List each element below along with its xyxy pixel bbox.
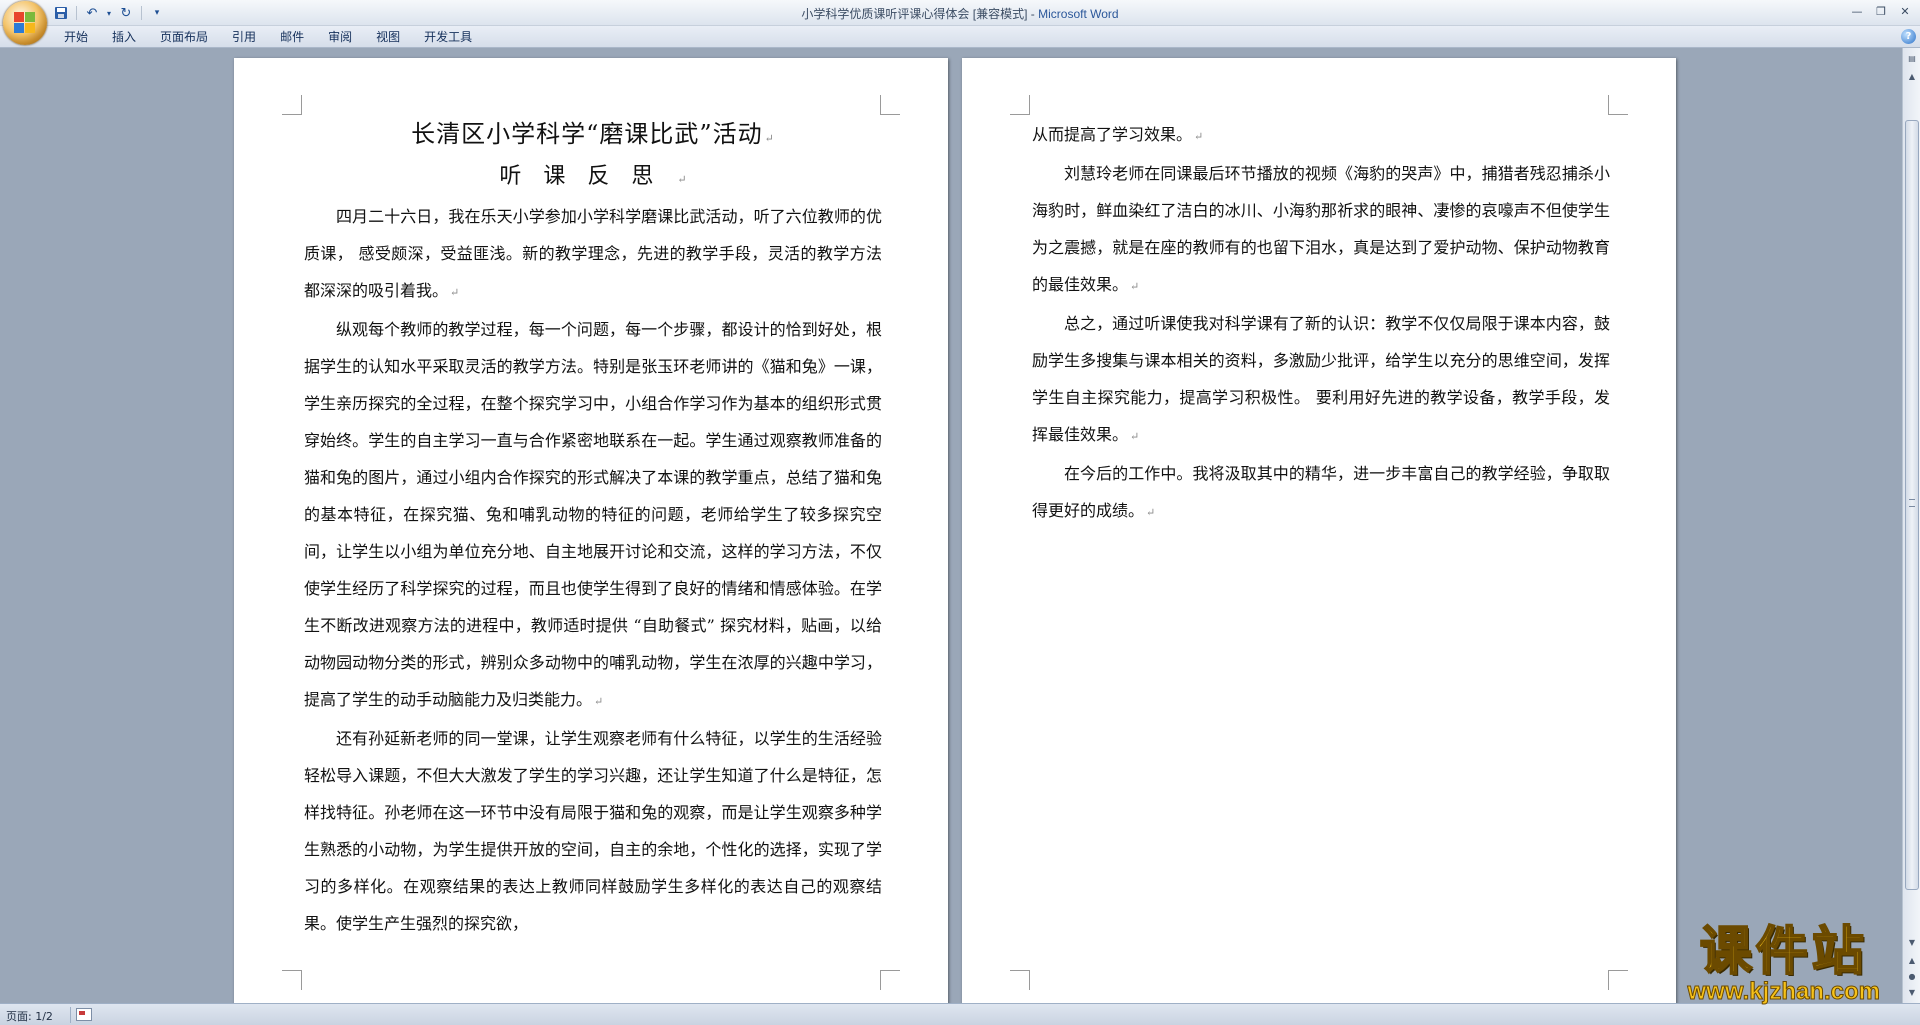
page-1-text: 长清区小学科学“磨课比武”活动 ↵ 听课反思 ↵ 四月二十六日，我在乐天小学参加小学… (304, 114, 882, 942)
title-bar: ↶ ▾ ↻ ▾ 小学科学优质课听评课心得体会 [兼容模式] - Microsof… (0, 0, 1920, 26)
tab-insert[interactable]: 插入 (100, 29, 148, 46)
ruler-toggle-icon[interactable]: ▤ (1904, 50, 1920, 66)
paragraph-text: 在今后的工作中。我将汲取其中的精华，进一步丰富自己的教学经验，争取取得更好的成绩… (1032, 464, 1610, 520)
crop-mark (1608, 95, 1628, 115)
document-area: 长清区小学科学“磨课比武”活动 ↵ 听课反思 ↵ 四月二十六日，我在乐天小学参加小学… (0, 48, 1902, 1003)
tab-review[interactable]: 审阅 (316, 29, 364, 46)
paragraph: 还有孙延新老师的同一堂课，让学生观察老师有什么特征，以学生的生活经验轻松导入课题… (304, 720, 882, 942)
paragraph: 总之，通过听课使我对科学课有了新的认识：教学不仅仅局限于课本内容，鼓励学生多搜集… (1032, 305, 1610, 455)
heading-text: 长清区小学科学“磨课比武”活动 (411, 120, 763, 148)
scroll-down-icon[interactable]: ▼ (1904, 934, 1920, 950)
restore-icon[interactable]: ❐ (1870, 2, 1892, 20)
tab-developer[interactable]: 开发工具 (412, 29, 484, 46)
paragraph-text: 四月二十六日，我在乐天小学参加小学科学磨课比武活动，听了六位教师的优质课， 感受… (304, 207, 882, 300)
paragraph: 纵观每个教师的教学过程，每一个问题，每一个步骤，都设计的恰到好处，根据学生的认知… (304, 311, 882, 720)
paragraph-mark: ↵ (1194, 130, 1204, 143)
browse-object-icon[interactable]: ● (1904, 968, 1920, 984)
proofing-icon[interactable] (76, 1008, 92, 1021)
office-logo-icon (14, 12, 36, 34)
grip-icon (1909, 499, 1915, 507)
next-page-icon[interactable]: ▼ (1904, 984, 1920, 1000)
window-controls: — ❐ ✕ (1846, 2, 1916, 20)
paragraph-mark: ↵ (450, 286, 460, 299)
paragraph-text: 还有孙延新老师的同一堂课，让学生观察老师有什么特征，以学生的生活经验轻松导入课题… (304, 729, 882, 933)
watermark: 课件站 www.kjzhan.com (1687, 922, 1880, 1005)
tab-home[interactable]: 开始 (52, 29, 100, 46)
paragraph: 从而提高了学习效果。 ↵ (1032, 116, 1610, 155)
window-title: 小学科学优质课听评课心得体会 [兼容模式] - Microsoft Word (0, 5, 1920, 22)
paragraph-mark: ↵ (594, 695, 604, 708)
paragraph-mark: ↵ (1130, 430, 1140, 443)
page-count[interactable]: 页面: 1/2 (6, 1008, 53, 1024)
document-title: 小学科学优质课听评课心得体会 [兼容模式] (801, 7, 1028, 21)
minimize-icon[interactable]: — (1846, 2, 1868, 20)
paragraph-mark: ↵ (677, 173, 687, 186)
previous-page-icon[interactable]: ▲ (1904, 952, 1920, 968)
close-icon[interactable]: ✕ (1894, 2, 1916, 20)
crop-mark (282, 95, 302, 115)
scrollbar-thumb[interactable] (1905, 120, 1919, 890)
document-subheading: 听课反思 ↵ (304, 159, 882, 198)
paragraph: 刘慧玲老师在同课最后环节播放的视频《海豹的哭声》中，捕猎者残忍捕杀小海豹时，鲜血… (1032, 155, 1610, 305)
paragraph: 在今后的工作中。我将汲取其中的精华，进一步丰富自己的教学经验，争取取得更好的成绩… (1032, 455, 1610, 531)
page-2[interactable]: 从而提高了学习效果。 ↵ 刘慧玲老师在同课最后环节播放的视频《海豹的哭声》中，捕猎… (962, 58, 1676, 1003)
paragraph-mark: ↵ (1146, 506, 1156, 519)
crop-mark (1010, 95, 1030, 115)
tab-mailings[interactable]: 邮件 (268, 29, 316, 46)
paragraph-text: 总之，通过听课使我对科学课有了新的认识：教学不仅仅局限于课本内容，鼓励学生多搜集… (1032, 314, 1610, 444)
vertical-scrollbar[interactable]: ▤ ▲ ▼ ▲ ● ▼ (1902, 48, 1920, 1003)
status-bar: 页面: 1/2 (0, 1003, 1920, 1025)
ribbon-tabs: 开始 插入 页面布局 引用 邮件 审阅 视图 开发工具 (52, 29, 484, 46)
watermark-url: www.kjzhan.com (1687, 978, 1880, 1005)
crop-mark (880, 970, 900, 990)
crop-mark (880, 95, 900, 115)
subheading-text: 听课反思 (499, 164, 676, 189)
scroll-up-icon[interactable]: ▲ (1904, 68, 1920, 84)
paragraph-mark: ↵ (764, 132, 775, 145)
page-1[interactable]: 长清区小学科学“磨课比武”活动 ↵ 听课反思 ↵ 四月二十六日，我在乐天小学参加小学… (234, 58, 948, 1003)
document-heading: 长清区小学科学“磨课比武”活动 ↵ (304, 114, 882, 159)
paragraph-text: 刘慧玲老师在同课最后环节播放的视频《海豹的哭声》中，捕猎者残忍捕杀小海豹时，鲜血… (1032, 164, 1610, 294)
crop-mark (282, 970, 302, 990)
office-button[interactable] (3, 1, 47, 45)
paragraph-text: 纵观每个教师的教学过程，每一个问题，每一个步骤，都设计的恰到好处，根据学生的认知… (304, 320, 882, 709)
tab-references[interactable]: 引用 (220, 29, 268, 46)
paragraph-text: 从而提高了学习效果。 (1032, 125, 1193, 144)
tab-view[interactable]: 视图 (364, 29, 412, 46)
page-2-text: 从而提高了学习效果。 ↵ 刘慧玲老师在同课最后环节播放的视频《海豹的哭声》中，捕猎… (1032, 116, 1610, 531)
ribbon: 开始 插入 页面布局 引用 邮件 审阅 视图 开发工具 ? (0, 26, 1920, 48)
title-separator: - (1027, 7, 1039, 21)
crop-mark (1608, 970, 1628, 990)
app-name: Microsoft Word (1038, 7, 1119, 21)
watermark-brand: 课件站 (1699, 922, 1868, 982)
tab-page-layout[interactable]: 页面布局 (148, 29, 220, 46)
paragraph: 四月二十六日，我在乐天小学参加小学科学磨课比武活动，听了六位教师的优质课， 感受… (304, 198, 882, 311)
help-icon[interactable]: ? (1901, 29, 1916, 44)
separator (70, 1007, 71, 1023)
paragraph-mark: ↵ (1130, 280, 1140, 293)
crop-mark (1010, 970, 1030, 990)
